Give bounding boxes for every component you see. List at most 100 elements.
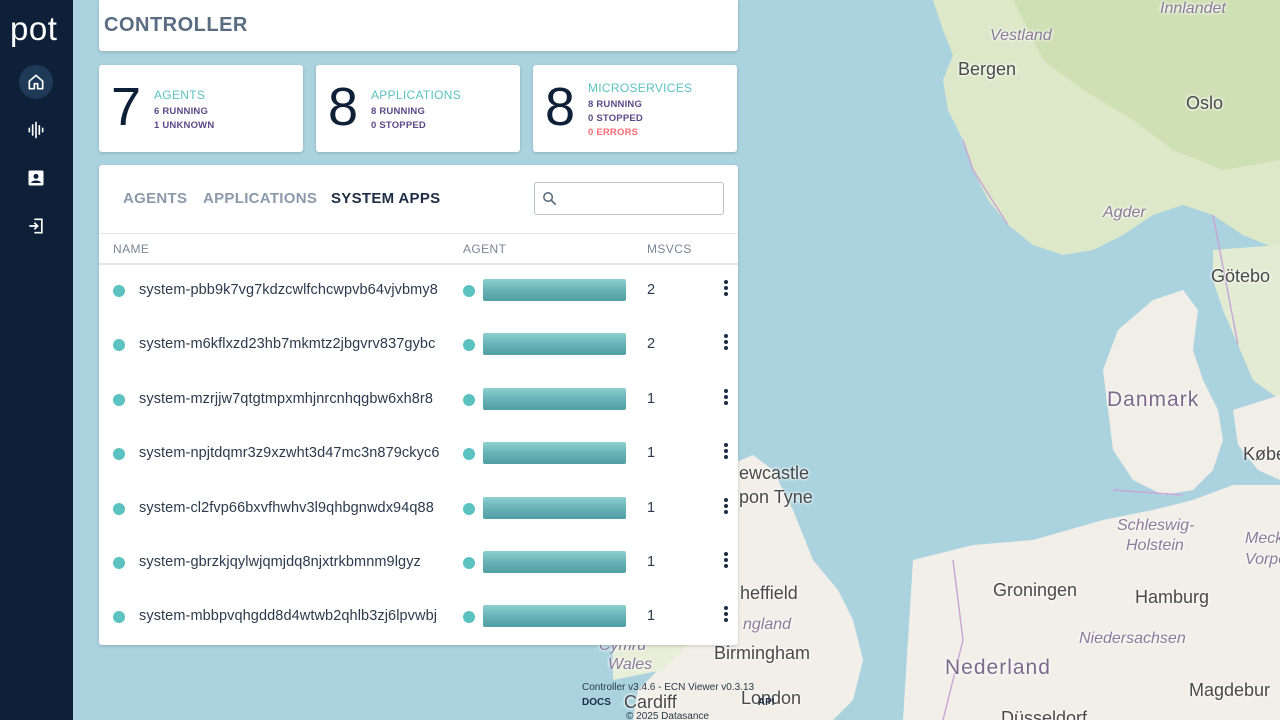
map-label-danmark: Danmark (1107, 388, 1200, 411)
row-name[interactable]: system-pbb9k7vg7kdzcwlfchcwpvb64vjvbmy8 (139, 282, 438, 298)
search-box[interactable] (534, 182, 724, 215)
applications-stat-card[interactable]: 8 APPLICATIONS 8 RUNNING 0 STOPPED (316, 65, 520, 152)
column-header-agent[interactable]: AGENT (463, 242, 506, 256)
agents-running: 6 RUNNING (154, 106, 209, 117)
map-label-dusseldorf: Düsseldorf (1001, 708, 1088, 720)
search-icon (543, 192, 557, 206)
agent-status-dot (463, 339, 475, 351)
account-box-icon (28, 170, 44, 186)
column-header-name[interactable]: NAME (113, 242, 149, 256)
agent-name-redacted (483, 551, 626, 573)
map-label-birmingham: Birmingham (714, 643, 811, 663)
agent-name-redacted (483, 279, 626, 301)
table-row[interactable]: system-mbbpvqhgdd8d4wtwb2qhlb3zj6lpvwbj … (99, 590, 738, 644)
agent-status-dot (463, 503, 475, 515)
agent-name-redacted (483, 388, 626, 410)
row-msvcs: 1 (647, 500, 656, 516)
footer-links: DOCS API (582, 697, 922, 708)
docs-link[interactable]: DOCS (582, 697, 611, 708)
applications-stopped: 0 STOPPED (371, 120, 426, 131)
row-msvcs: 1 (647, 608, 656, 624)
table-row[interactable]: system-m6kflxzd23hb7mkmtz2jbgvrv837gybc … (99, 318, 738, 372)
tab-applications[interactable]: APPLICATIONS (203, 190, 317, 207)
map-label-wales: Wales (608, 656, 653, 673)
row-name[interactable]: system-npjtdqmr3z9xzwht3d47mc3n879ckyc6 (139, 445, 439, 461)
sidebar-item-logout[interactable] (19, 209, 53, 243)
map-label-hamburg: Hamburg (1135, 587, 1210, 607)
activity-icon (28, 121, 44, 139)
column-header-msvcs[interactable]: MSVCS (647, 242, 692, 256)
api-link[interactable]: API (758, 697, 775, 708)
table-row[interactable]: system-npjtdqmr3z9xzwht3d47mc3n879ckyc6 … (99, 427, 738, 481)
header-bar: CONTROLLER (99, 0, 738, 51)
row-menu-icon[interactable] (721, 387, 731, 409)
map-label-groningen: Groningen (993, 580, 1078, 600)
row-name[interactable]: system-m6kflxzd23hb7mkmtz2jbgvrv837gybc (139, 336, 435, 352)
agents-card-title: AGENTS (154, 88, 206, 102)
agent-status-dot (463, 285, 475, 297)
logout-icon (29, 218, 43, 234)
agent-status-dot (463, 448, 475, 460)
status-dot (113, 503, 125, 515)
status-dot (113, 339, 125, 351)
copyright-text: © 2025 Datasance (626, 711, 709, 720)
map-label-niedersachsen: Niedersachsen (1079, 630, 1186, 647)
row-msvcs: 1 (647, 445, 656, 461)
microservices-stat-card[interactable]: 8 MICROSERVICES 8 RUNNING 0 STOPPED 0 ER… (533, 65, 737, 152)
status-dot (113, 448, 125, 460)
version-text: Controller v3.4.6 - ECN Viewer v0.3.13 (582, 682, 755, 693)
agent-name-redacted (483, 497, 626, 519)
map-label-oslo: Oslo (1186, 93, 1224, 113)
map-label-holstein: Holstein (1126, 537, 1184, 554)
row-menu-icon[interactable] (721, 550, 731, 572)
row-menu-icon[interactable] (721, 278, 731, 300)
row-menu-icon[interactable] (721, 604, 731, 626)
tab-agents[interactable]: AGENTS (123, 190, 187, 207)
row-menu-icon[interactable] (721, 441, 731, 463)
map-label-kobenhavn: Køben (1243, 444, 1280, 464)
sidebar-item-activity[interactable] (19, 113, 53, 147)
row-msvcs: 1 (647, 391, 656, 407)
table-row[interactable]: system-gbrzkjqylwjqmjdq8njxtrkbmnm9lgyz … (99, 536, 738, 590)
status-dot (113, 394, 125, 406)
agent-name-redacted (483, 333, 626, 355)
applications-count: 8 (328, 77, 359, 137)
applications-running: 8 RUNNING (371, 106, 426, 117)
app-logo[interactable]: pot (10, 10, 57, 48)
applications-card-title: APPLICATIONS (371, 88, 462, 102)
agents-stat-card[interactable]: 7 AGENTS 6 RUNNING 1 UNKNOWN (99, 65, 303, 152)
row-msvcs: 2 (647, 282, 656, 298)
status-dot (113, 611, 125, 623)
tab-divider (99, 233, 738, 234)
microservices-count: 8 (545, 77, 576, 137)
home-icon (28, 74, 44, 90)
map-label-bergen: Bergen (958, 59, 1017, 79)
map-label-england: ngland (743, 616, 792, 633)
row-name[interactable]: system-mzrjjw7qtgtmpxmhjnrcnhqgbw6xh8r8 (139, 391, 433, 407)
row-menu-icon[interactable] (721, 496, 731, 518)
table-row[interactable]: system-pbb9k7vg7kdzcwlfchcwpvb64vjvbmy8 … (99, 264, 738, 318)
row-msvcs: 2 (647, 336, 656, 352)
map-label-innlandet: Innlandet (1160, 0, 1226, 17)
map-label-nederland: Nederland (945, 656, 1051, 679)
sidebar: pot (0, 0, 73, 720)
agent-status-dot (463, 394, 475, 406)
row-msvcs: 1 (647, 554, 656, 570)
table-row[interactable]: system-cl2fvp66bxvfhwhv3l9qhbgnwdx94q88 … (99, 482, 738, 536)
sidebar-item-home[interactable] (19, 65, 53, 99)
map-label-goteborg: Götebo (1211, 266, 1271, 286)
map-label-sheffield: heffield (740, 583, 798, 603)
table-row[interactable]: system-mzrjjw7qtgtmpxmhjnrcnhqgbw6xh8r8 … (99, 373, 738, 427)
page-title: CONTROLLER (104, 14, 248, 36)
map-label-mecklenburg: Meckle (1245, 530, 1280, 547)
row-menu-icon[interactable] (721, 332, 731, 354)
map-label-vorpommern: Vorpor (1245, 551, 1280, 568)
map-label-agder: Agder (1103, 204, 1146, 221)
tab-system-apps[interactable]: SYSTEM APPS (331, 190, 440, 207)
search-input[interactable] (563, 187, 718, 210)
system-apps-panel: AGENTS APPLICATIONS SYSTEM APPS NAME AGE… (99, 165, 738, 645)
row-name[interactable]: system-cl2fvp66bxvfhwhv3l9qhbgnwdx94q88 (139, 500, 434, 516)
sidebar-item-catalog[interactable] (19, 161, 53, 195)
row-name[interactable]: system-gbrzkjqylwjqmjdq8njxtrkbmnm9lgyz (139, 554, 421, 570)
row-name[interactable]: system-mbbpvqhgdd8d4wtwb2qhlb3zj6lpvwbj (139, 608, 437, 624)
